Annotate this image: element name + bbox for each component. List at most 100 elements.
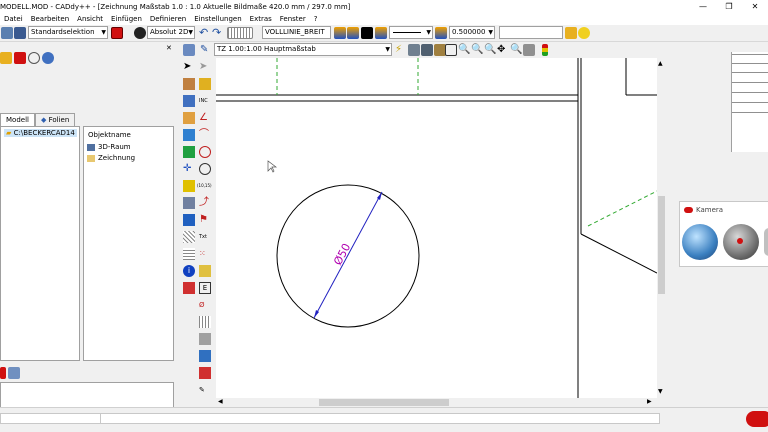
snap-icon[interactable]: ⚡: [395, 44, 407, 56]
scroll-down-icon[interactable]: ▼: [658, 388, 663, 395]
transform-icon[interactable]: [183, 95, 195, 107]
grid-snap-icon[interactable]: [199, 316, 211, 328]
zoom-in-icon[interactable]: 🔍: [458, 44, 470, 56]
pen-tool-icon[interactable]: ✎: [200, 44, 212, 56]
value-input[interactable]: [499, 26, 563, 39]
measure-icon[interactable]: [523, 44, 535, 56]
menu-datei[interactable]: Datei: [0, 15, 27, 23]
redo-icon[interactable]: ↷: [212, 27, 224, 39]
tab-modell[interactable]: Modell: [0, 113, 35, 126]
variant-icon[interactable]: Ø: [199, 299, 211, 311]
group-icon[interactable]: [199, 350, 211, 362]
dimension-text[interactable]: Ø50: [331, 241, 353, 267]
scroll-right-icon[interactable]: ▶: [647, 398, 652, 405]
pointer-alt-icon[interactable]: ➤: [199, 61, 211, 73]
filter-icon[interactable]: [111, 27, 123, 39]
coordinate-mode-combo[interactable]: Absolut 2D ▼: [147, 26, 195, 39]
text-tool-icon[interactable]: [183, 214, 195, 226]
horizontal-scrollbar[interactable]: ◀ ▶: [216, 398, 657, 407]
layer-icon-2[interactable]: [347, 27, 359, 39]
camera-globe-small-icon[interactable]: [764, 228, 768, 256]
hatch-alt-icon[interactable]: [183, 248, 195, 260]
pen-icon[interactable]: [435, 27, 447, 39]
table-icon[interactable]: [199, 265, 211, 277]
line-tool-icon[interactable]: [183, 78, 195, 90]
scale-combo[interactable]: TZ 1.00:1.00 Hauptmaßstab ▼: [214, 43, 392, 56]
angle-icon[interactable]: ∠: [199, 112, 211, 124]
menu-bearbeiten[interactable]: Bearbeiten: [27, 15, 73, 23]
measure-tool-icon[interactable]: [183, 197, 195, 209]
tree-root-item[interactable]: ▰ C:\BECKERCAD14: [4, 129, 77, 137]
line-width-combo[interactable]: 0.500000 ▼: [449, 26, 495, 39]
restore-button[interactable]: ❐: [716, 0, 742, 13]
circle-tool-icon[interactable]: [199, 146, 211, 158]
vertical-scrollbar[interactable]: ▲ ▼: [657, 58, 666, 398]
layer-edit-icon[interactable]: [0, 367, 6, 379]
curve-icon[interactable]: ⤴: [199, 197, 211, 209]
scroll-up-icon[interactable]: ▲: [658, 60, 663, 67]
crosshair-icon[interactable]: ✛: [183, 163, 195, 175]
snap-tool-icon[interactable]: [199, 78, 211, 90]
drawing-canvas[interactable]: Ø50: [216, 58, 657, 398]
text-insert-icon[interactable]: Txt: [199, 231, 211, 243]
settings-icon[interactable]: [42, 52, 54, 64]
stack-icon[interactable]: [199, 367, 211, 379]
arc-icon[interactable]: ⌒: [199, 129, 211, 141]
circle-center-icon[interactable]: [199, 163, 211, 175]
print-icon[interactable]: [183, 44, 195, 56]
scroll-left-icon[interactable]: ◀: [218, 398, 223, 405]
coordinates-icon[interactable]: (10,15): [197, 180, 213, 192]
pencil-icon[interactable]: [183, 146, 195, 158]
element-icon[interactable]: E: [199, 282, 211, 294]
snap-icon-2[interactable]: [408, 44, 420, 56]
layer-tool-icon[interactable]: [8, 367, 20, 379]
line-type-combo[interactable]: VOLLLINIE_BREIT: [262, 26, 331, 39]
menu-einfuegen[interactable]: Einfügen: [107, 15, 146, 23]
tab-folien[interactable]: ◆ Folien: [34, 113, 76, 126]
traffic-light-icon[interactable]: [542, 44, 548, 56]
horizontal-scroll-thumb[interactable]: [319, 399, 449, 406]
refresh-icon[interactable]: [28, 52, 40, 64]
menu-ansicht[interactable]: Ansicht: [73, 15, 107, 23]
rotate-icon[interactable]: [183, 129, 195, 141]
menu-extras[interactable]: Extras: [246, 15, 276, 23]
grid-icon[interactable]: [227, 27, 253, 39]
delete-icon[interactable]: [14, 52, 26, 64]
ruler-icon[interactable]: [199, 333, 211, 345]
menu-definieren[interactable]: Definieren: [146, 15, 190, 23]
zoom-all-icon[interactable]: 🔍: [484, 44, 496, 56]
camera-globe-icon[interactable]: [682, 224, 718, 260]
edit-icon[interactable]: ✎: [199, 384, 211, 396]
selection-mode-combo[interactable]: Standardselektion ▼: [28, 26, 108, 39]
line-style-combo[interactable]: ▼: [389, 26, 433, 39]
undo-icon[interactable]: ↶: [199, 27, 211, 39]
zoom-out-icon[interactable]: 🔍: [471, 44, 483, 56]
list-item[interactable]: 3D-Raum: [87, 143, 131, 151]
menu-einstellungen[interactable]: Einstellungen: [190, 15, 245, 23]
vertical-scroll-thumb[interactable]: [658, 196, 665, 294]
pointer-icon[interactable]: ➤: [183, 61, 195, 73]
minimize-button[interactable]: —: [690, 0, 716, 13]
panel-close-icon[interactable]: ✕: [166, 44, 172, 52]
zoom-extents-icon[interactable]: 🔍: [510, 44, 522, 56]
select-icon[interactable]: [1, 27, 13, 39]
pan-icon[interactable]: ✥: [497, 44, 509, 56]
list-item[interactable]: Zeichnung: [87, 154, 135, 162]
dimension-icon[interactable]: [183, 180, 195, 192]
hatch-icon[interactable]: [183, 231, 195, 243]
menu-fenster[interactable]: Fenster: [276, 15, 310, 23]
mirror-icon[interactable]: [183, 112, 195, 124]
flag-icon[interactable]: ⚑: [199, 214, 211, 226]
zoom-window-icon[interactable]: [445, 44, 457, 56]
tools-icon[interactable]: [565, 27, 577, 39]
close-button[interactable]: ✕: [742, 0, 768, 13]
bulb-icon[interactable]: [578, 27, 590, 39]
color-swatch-icon[interactable]: [361, 27, 373, 39]
menu-help[interactable]: ?: [310, 15, 322, 23]
inc-icon[interactable]: INC: [199, 95, 211, 107]
folder-icon[interactable]: [0, 52, 12, 64]
dots-icon[interactable]: ⁙: [199, 248, 211, 260]
layer-icon-3[interactable]: [375, 27, 387, 39]
eraser-icon[interactable]: [183, 282, 195, 294]
layer-icon[interactable]: [334, 27, 346, 39]
